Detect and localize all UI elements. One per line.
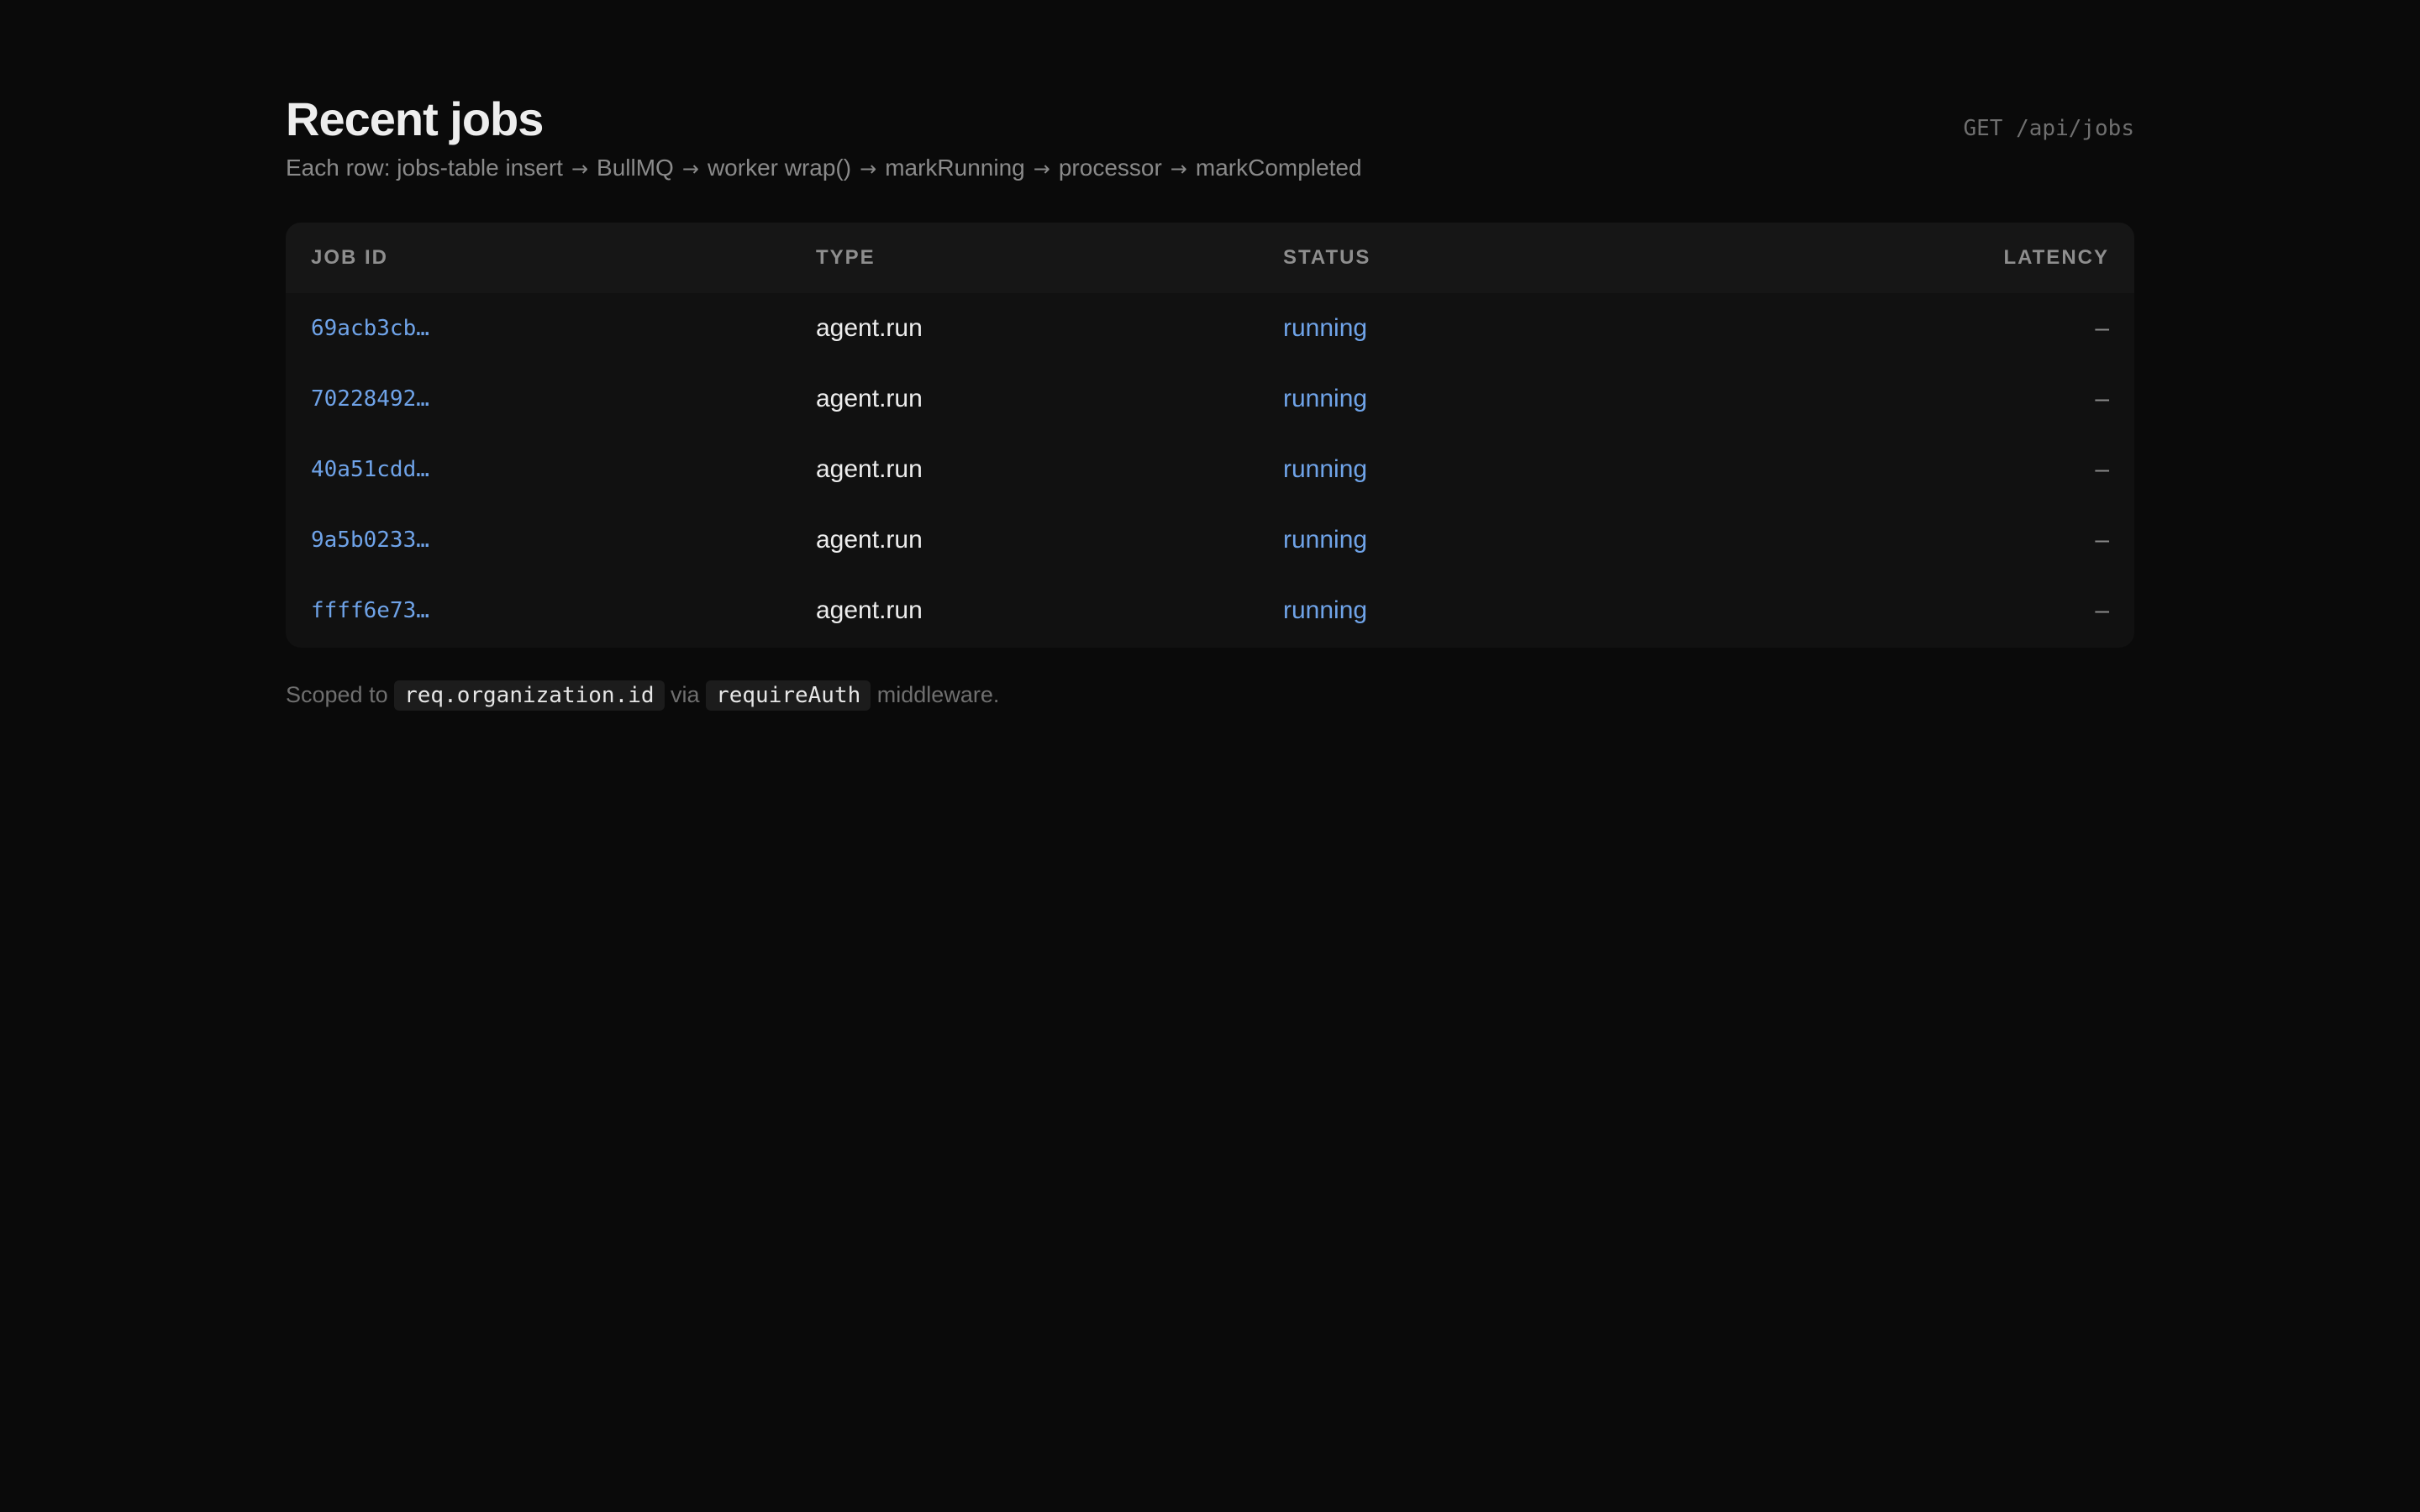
job-latency: – [2095,314,2109,342]
job-id-link[interactable]: 70228492… [311,364,429,434]
pipeline-step: BullMQ [597,155,674,181]
arrow-icon: → [571,157,589,181]
table-row[interactable]: 69acb3cb… agent.run running – [286,293,2134,364]
job-type: agent.run [816,455,923,483]
pipeline-description: Each row: jobs-table insert → BullMQ → worke… [286,153,1362,184]
job-id-link[interactable]: ffff6e73… [311,575,429,646]
arrow-icon: → [1033,157,1050,181]
status-badge: running [1283,314,1368,342]
column-header-job-id: JOB ID [311,246,389,269]
arrow-icon: → [681,157,699,181]
column-header-latency: LATENCY [2003,246,2109,269]
job-id-link[interactable]: 9a5b0233… [311,505,429,575]
pipeline-step: worker wrap() [707,155,852,181]
code-require-auth: requireAuth [706,680,871,711]
pipeline-step: processor [1058,155,1162,181]
table-row[interactable]: 9a5b0233… agent.run running – [286,505,2134,575]
pipeline-step: markCompleted [1195,155,1362,181]
job-type: agent.run [816,596,923,624]
status-badge: running [1283,526,1368,554]
scope-footnote: Scoped to req.organization.id via requir… [286,677,999,713]
footnote-text: middleware. [876,682,1000,707]
table-row[interactable]: 70228492… agent.run running – [286,364,2134,434]
status-badge: running [1283,455,1368,483]
status-badge: running [1283,385,1368,412]
table-row[interactable]: 40a51cdd… agent.run running – [286,434,2134,505]
footnote-text: Scoped to [286,682,388,707]
page-header: Recent jobs Each row: jobs-table insert →… [286,0,2134,223]
job-type: agent.run [816,526,923,554]
footnote-text: via [671,682,700,707]
status-badge: running [1283,596,1368,624]
table-header: JOB ID TYPE STATUS LATENCY [286,223,2134,293]
pipeline-step: Each row: jobs-table insert [286,155,563,181]
job-latency: – [2095,526,2109,554]
job-latency: – [2095,455,2109,483]
job-type: agent.run [816,314,923,342]
column-header-status: STATUS [1283,246,1371,269]
api-endpoint-label: GET /api/jobs [1963,116,2135,141]
jobs-page: Recent jobs Each row: jobs-table insert →… [286,0,2134,711]
job-type: agent.run [816,385,923,412]
code-organization-id: req.organization.id [394,680,665,711]
job-latency: – [2095,596,2109,624]
page-title: Recent jobs [286,92,544,145]
table-row[interactable]: ffff6e73… agent.run running – [286,575,2134,646]
pipeline-step: markRunning [885,155,1025,181]
arrow-icon: → [1170,157,1187,181]
column-header-type: TYPE [816,246,876,269]
jobs-table: JOB ID TYPE STATUS LATENCY 69acb3cb… age… [286,223,2134,648]
job-id-link[interactable]: 40a51cdd… [311,434,429,505]
job-latency: – [2095,385,2109,412]
job-id-link[interactable]: 69acb3cb… [311,293,429,364]
arrow-icon: → [860,157,877,181]
